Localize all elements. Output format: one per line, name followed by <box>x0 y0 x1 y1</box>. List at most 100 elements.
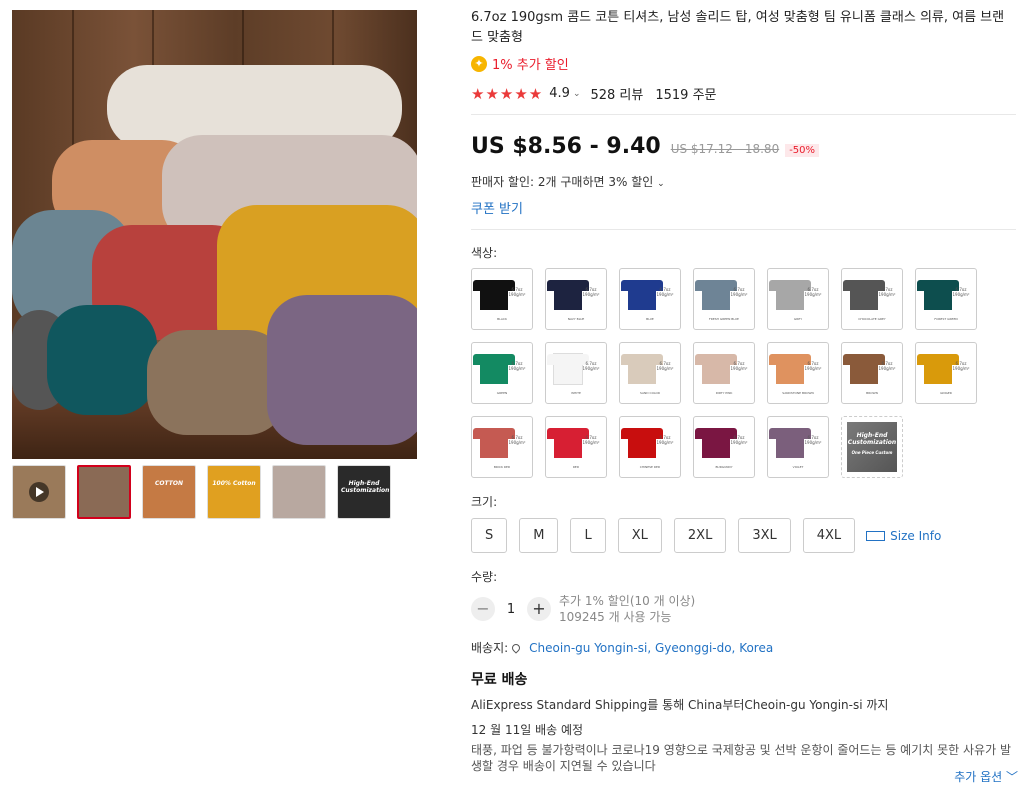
custom-sublabel: One Piece Custom <box>851 450 893 455</box>
fabric-weight-label: 6.7oz 190g/m² <box>656 361 674 371</box>
custom-swatch[interactable]: High-End Customization One Piece Custom <box>841 416 903 478</box>
fabric-weight-label: 6.7oz 190g/m² <box>656 287 674 297</box>
coin-discount-label: 1% 추가 할인 <box>492 58 569 73</box>
color-swatch[interactable]: 6.7oz 190g/m² FOREST GREEN <box>915 268 977 330</box>
coupon-link[interactable]: 쿠폰 받기 <box>471 198 1016 217</box>
color-swatch[interactable]: 6.7oz 190g/m² NAVY BLUE <box>545 268 607 330</box>
location-pin-icon <box>510 641 522 654</box>
gallery-thumbnail[interactable]: 100% Cotton <box>207 465 261 519</box>
fabric-weight-label: 6.7oz 190g/m² <box>582 287 600 297</box>
gallery-thumbnail[interactable]: COTTON <box>142 465 196 519</box>
color-swatch[interactable]: 6.7oz 190g/m² RED <box>545 416 607 478</box>
color-swatches: 6.7oz 190g/m² BLACK 6.7oz 190g/m² NAVY BLUE… <box>471 268 1016 478</box>
size-option[interactable]: S <box>471 518 508 553</box>
tshirt-icon <box>769 354 811 384</box>
size-option[interactable]: 2XL <box>673 518 727 553</box>
fabric-weight-label: 6.7oz 190g/m² <box>656 435 674 445</box>
size-option[interactable]: 4XL <box>802 518 856 553</box>
color-name: BLUE <box>646 317 654 321</box>
tshirt-icon <box>547 354 589 384</box>
thumbnail-label: COTTON <box>155 480 183 487</box>
review-count[interactable]: 528 리뷰 <box>590 84 643 103</box>
tshirt-icon <box>769 428 811 458</box>
size-info-label: Size Info <box>890 528 942 543</box>
seller-discount-label: 판매자 할인: 2개 구매하면 3% 할인 <box>471 175 654 189</box>
product-info: 6.7oz 190gsm 콤드 코튼 티셔츠, 남성 솔리드 탑, 여성 맞춤형… <box>471 8 1016 774</box>
delivery-eta: 12 월 11일 배송 예정 <box>471 723 584 737</box>
tshirt-icon <box>621 428 663 458</box>
color-name: BURGUNDY <box>715 465 733 469</box>
color-swatch[interactable]: 6.7oz 190g/m² CHINESE RED <box>619 416 681 478</box>
color-swatch[interactable]: 6.7oz 190g/m² BLACK <box>471 268 533 330</box>
minus-button[interactable]: − <box>471 597 495 621</box>
size-option[interactable]: M <box>519 518 559 553</box>
color-name: WHITE <box>571 391 581 395</box>
seller-discount[interactable]: 판매자 할인: 2개 구매하면 3% 할인 ⌄ <box>471 173 1016 190</box>
color-name: FOREST GREEN <box>934 317 958 321</box>
color-swatch[interactable]: 6.7oz 190g/m² SANDSTONE BROWN <box>767 342 829 404</box>
color-swatch[interactable]: 6.7oz 190g/m² WHITE <box>545 342 607 404</box>
quantity-input[interactable]: 1 <box>495 602 527 617</box>
custom-label: High-End Customization <box>847 432 897 446</box>
tshirt-icon <box>473 354 515 384</box>
price-row: US $8.56 - 9.40 US $17.12 - 18.80 -50% <box>471 134 1016 159</box>
color-swatch[interactable]: 6.7oz 190g/m² GREY <box>767 268 829 330</box>
bulk-discount-note: 추가 1% 할인(10 개 이상) <box>559 594 696 608</box>
fabric-weight-label: 6.7oz 190g/m² <box>804 287 822 297</box>
tshirt-icon <box>695 280 737 310</box>
stock-available: 109245 개 사용 가능 <box>559 610 672 624</box>
discount-badge: -50% <box>785 144 820 157</box>
color-swatch[interactable]: 6.7oz 190g/m² VIOLET <box>767 416 829 478</box>
tshirt-icon <box>843 280 885 310</box>
size-options: S M L XL 2XL 3XL 4XL Size Info <box>471 518 1016 553</box>
fabric-weight-label: 6.7oz 190g/m² <box>878 287 896 297</box>
product-gallery <box>12 10 417 459</box>
original-price: US $17.12 - 18.80 <box>670 142 780 156</box>
color-swatch[interactable]: 6.7oz 190g/m² BRICK RED <box>471 416 533 478</box>
color-swatch[interactable]: 6.7oz 190g/m² BLUE <box>619 268 681 330</box>
gallery-thumbnail[interactable] <box>272 465 326 519</box>
size-option[interactable]: 3XL <box>738 518 791 553</box>
color-name: GINGER <box>940 391 952 395</box>
fabric-weight-label: 6.7oz 190g/m² <box>508 435 526 445</box>
price: US $8.56 - 9.40 <box>471 134 661 159</box>
thumbnail-label: High-End Customization <box>341 480 390 494</box>
color-swatch[interactable]: 6.7oz 190g/m² FRESH GREEN BLUE <box>693 268 755 330</box>
color-swatch[interactable]: 6.7oz 190g/m² BURGUNDY <box>693 416 755 478</box>
thumbnail-label: 100% Cotton <box>212 480 256 487</box>
gallery-thumbnail[interactable] <box>77 465 131 519</box>
tshirt-icon <box>621 280 663 310</box>
color-swatch[interactable]: 6.7oz 190g/m² CHOCOLATE GREY <box>841 268 903 330</box>
color-swatch[interactable]: 6.7oz 190g/m² DIRTY PINK <box>693 342 755 404</box>
gallery-thumbnail[interactable] <box>12 465 66 519</box>
fabric-weight-label: 6.7oz 190g/m² <box>952 287 970 297</box>
tshirt-icon <box>917 354 959 384</box>
color-swatch[interactable]: 6.7oz 190g/m² GINGER <box>915 342 977 404</box>
color-swatch[interactable]: 6.7oz 190g/m² SAND COLOR <box>619 342 681 404</box>
coin-icon: ✦ <box>471 55 487 72</box>
tshirt-icon <box>547 428 589 458</box>
size-option[interactable]: XL <box>617 518 662 553</box>
plus-button[interactable]: + <box>527 597 551 621</box>
color-swatch[interactable]: 6.7oz 190g/m² BROWN <box>841 342 903 404</box>
fabric-weight-label: 6.7oz 190g/m² <box>582 435 600 445</box>
coin-discount[interactable]: ✦ 1% 추가 할인 <box>471 54 1016 73</box>
color-name: GREY <box>793 317 803 321</box>
gallery-thumbnail[interactable]: High-End Customization <box>337 465 391 519</box>
fabric-weight-label: 6.7oz 190g/m² <box>730 287 748 297</box>
product-title: 6.7oz 190gsm 콤드 코튼 티셔츠, 남성 솔리드 탑, 여성 맞춤형… <box>471 10 1005 45</box>
play-icon <box>29 482 49 502</box>
color-name: VIOLET <box>792 465 804 469</box>
color-swatch[interactable]: 6.7oz 190g/m² GREEN <box>471 342 533 404</box>
size-info-link[interactable]: Size Info <box>866 529 941 543</box>
rating-value[interactable]: 4.9 <box>549 86 570 101</box>
main-product-image[interactable] <box>12 10 417 459</box>
quantity-note: 추가 1% 할인(10 개 이상) 109245 개 사용 가능 <box>559 593 695 625</box>
order-count: 1519 주문 <box>655 88 717 103</box>
more-options-link[interactable]: 추가 옵션 ﹀ <box>954 768 1018 785</box>
chevron-down-icon[interactable]: ⌄ <box>573 89 581 99</box>
size-option[interactable]: L <box>570 518 606 553</box>
ruler-icon <box>866 530 886 541</box>
ship-to-location[interactable]: Cheoin-gu Yongin-si, Gyeonggi-do, Korea <box>529 641 773 655</box>
divider <box>471 114 1016 115</box>
